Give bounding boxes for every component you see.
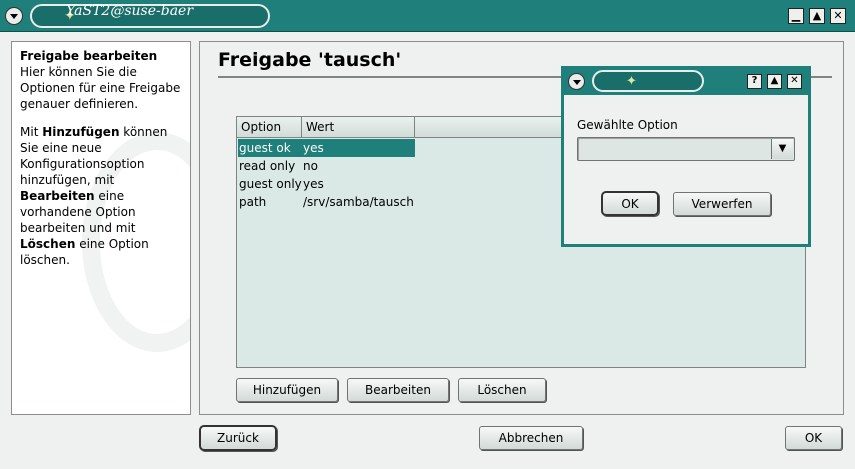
close-button[interactable]: ✕ [830, 8, 846, 24]
cell-value: yes [302, 139, 415, 157]
page-title: Freigabe 'tausch' [218, 49, 402, 71]
maximize-button[interactable]: ▲ [809, 8, 825, 24]
help-text: Freigabe bearbeiten Hier können Sie die … [12, 42, 190, 286]
cell-option: guest ok [238, 139, 302, 157]
column-header-option[interactable]: Option [237, 117, 302, 137]
selected-option-combobox[interactable]: ▼ [577, 137, 795, 161]
help-intro: Hier können Sie die Optionen für eine Fr… [20, 65, 181, 111]
ok-button[interactable]: OK [785, 426, 842, 450]
dialog-menu-button[interactable] [568, 73, 585, 90]
dialog-ok-button[interactable]: OK [601, 191, 659, 216]
yast-logo-icon: ✦ [626, 74, 637, 89]
cell-option: path [239, 195, 267, 209]
dialog-discard-button[interactable]: Verwerfen [673, 192, 771, 216]
cell-value: /srv/samba/tausch [303, 195, 414, 209]
edit-button[interactable]: Bearbeiten [347, 378, 449, 402]
option-dialog[interactable]: ✦ ? ▲ ✕ Gewählte Option ▼ OK Verwerfen [561, 66, 811, 247]
dialog-title-pill: ✦ [592, 70, 704, 92]
selected-option-label: Gewählte Option [577, 118, 678, 132]
help-text-segment: Mit [20, 125, 43, 139]
help-panel: Freigabe bearbeiten Hier können Sie die … [11, 41, 191, 415]
cancel-button[interactable]: Abbrechen [479, 426, 583, 450]
cell-value: yes [303, 177, 324, 191]
minimize-button[interactable]: ▁ [788, 8, 804, 24]
help-keyword-edit: Bearbeiten [20, 189, 95, 203]
help-keyword-add: Hinzufügen [42, 125, 120, 139]
help-keyword-delete: Löschen [20, 237, 76, 251]
dialog-maximize-button[interactable]: ▲ [767, 74, 782, 89]
window-title-bar[interactable]: ✦ YaST2@suse-baer ▁ ▲ ✕ [0, 0, 855, 32]
cell-option: guest only [239, 177, 302, 191]
add-button[interactable]: Hinzufügen [236, 378, 338, 402]
dialog-help-button[interactable]: ? [747, 74, 762, 89]
cell-value: no [303, 159, 318, 173]
column-header-value[interactable]: Wert [302, 117, 415, 137]
cell-option: read only [239, 159, 296, 173]
delete-button[interactable]: Löschen [458, 378, 546, 402]
help-paragraph: Mit Hinzufügen können Sie eine neue Konf… [20, 124, 182, 268]
window-menu-button[interactable] [5, 7, 23, 25]
dialog-title-bar[interactable]: ✦ ? ▲ ✕ [564, 69, 808, 95]
chevron-down-icon[interactable]: ▼ [771, 139, 793, 159]
dialog-close-button[interactable]: ✕ [787, 74, 802, 89]
back-button[interactable]: Zurück [199, 425, 277, 451]
window-title: YaST2@suse-baer [66, 3, 194, 19]
help-title: Freigabe bearbeiten [20, 49, 158, 63]
